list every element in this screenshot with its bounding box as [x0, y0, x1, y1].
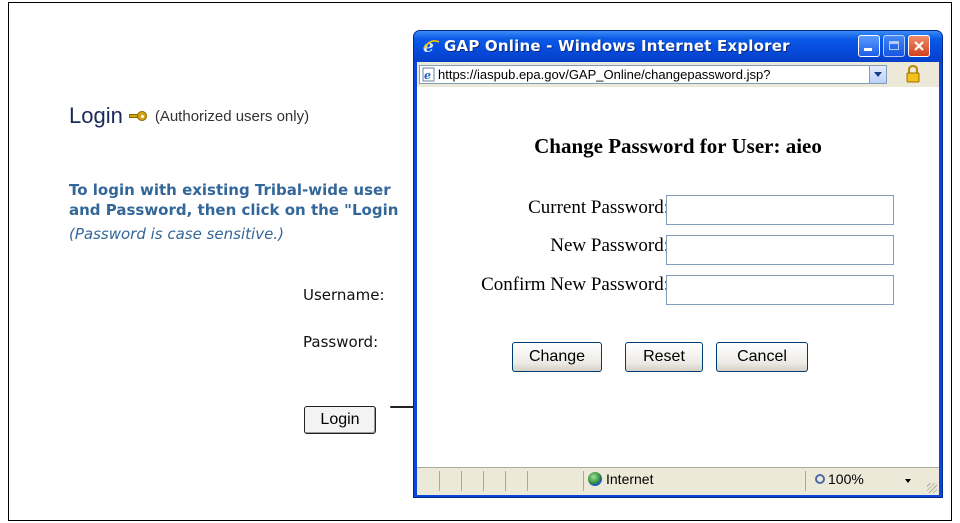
globe-icon — [588, 472, 602, 486]
password-label: Password: — [303, 333, 379, 351]
address-dropdown-icon[interactable] — [869, 66, 886, 83]
current-password-label: Current Password: — [528, 197, 669, 218]
page-icon: e — [422, 67, 435, 82]
zoom-dropdown-icon[interactable] — [905, 479, 911, 483]
window-title: GAP Online - Windows Internet Explorer — [444, 37, 790, 55]
zoom-level: 100% — [828, 471, 864, 487]
new-password-input[interactable] — [666, 235, 894, 265]
change-button[interactable]: Change — [512, 342, 602, 372]
security-zone[interactable]: Internet — [588, 471, 653, 487]
address-url: https://iaspub.epa.gov/GAP_Online/change… — [438, 67, 771, 82]
zone-label: Internet — [606, 471, 654, 487]
zoom-icon — [815, 474, 825, 484]
current-password-input[interactable] — [666, 195, 894, 225]
status-bar: Internet 100% — [417, 467, 939, 495]
authorized-note: (Authorized users only) — [154, 107, 310, 125]
confirm-password-input[interactable] — [666, 275, 894, 305]
reset-button[interactable]: Reset — [625, 342, 703, 372]
maximize-icon[interactable] — [883, 35, 905, 57]
lock-icon[interactable] — [906, 65, 920, 83]
case-sensitive-note: (Password is case sensitive.) — [69, 225, 284, 243]
cancel-button[interactable]: Cancel — [716, 342, 808, 372]
address-field[interactable]: e https://iaspub.epa.gov/GAP_Online/chan… — [419, 65, 887, 84]
confirm-password-label: Confirm New Password: — [481, 274, 669, 295]
ie-logo-icon: e — [423, 37, 440, 55]
resize-grip-icon[interactable] — [927, 483, 937, 493]
zoom-control[interactable]: 100% — [815, 471, 864, 487]
instructions-line-1: To login with existing Tribal-wide user — [69, 181, 391, 199]
svg-text:e: e — [424, 69, 431, 82]
key-icon — [128, 111, 147, 121]
new-password-label: New Password: — [550, 235, 669, 256]
login-button[interactable]: Login — [304, 406, 376, 434]
login-heading: Login (Authorized users only) — [69, 103, 309, 129]
window-titlebar[interactable]: e GAP Online - Windows Internet Explorer — [414, 31, 942, 62]
login-title: Login — [69, 103, 123, 128]
address-bar: e https://iaspub.epa.gov/GAP_Online/chan… — [417, 62, 939, 87]
change-password-heading: Change Password for User: aieo — [534, 134, 822, 158]
username-label: Username: — [303, 286, 385, 304]
login-instructions: To login with existing Tribal-wide user … — [69, 180, 429, 220]
instructions-line-2: and Password, then click on the "Login — [69, 201, 399, 219]
close-icon[interactable] — [908, 35, 930, 57]
ie-popup-window: e GAP Online - Windows Internet Explorer… — [413, 30, 943, 498]
page-content: Change Password for User: aieo Current P… — [417, 87, 939, 467]
minimize-icon[interactable] — [858, 35, 880, 57]
